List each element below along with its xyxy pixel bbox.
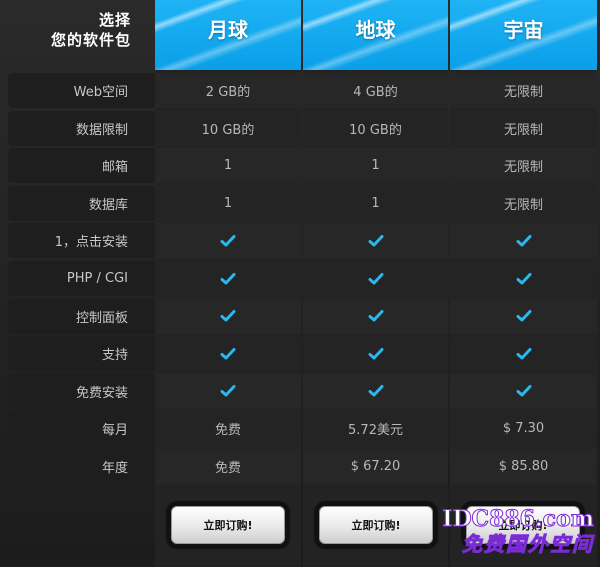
row-value: $ 85.80 [450,449,597,484]
row-label: 支持 [8,336,155,372]
check-icon-cell: ✓ [303,223,448,259]
table-row: 邮箱 1 1 无限制 [8,148,597,184]
plan-header-universe: 宇宙 [450,0,597,70]
row-value: 1 [155,185,301,221]
check-icon-cell: ✓ [450,261,597,296]
row-value: 1 [303,148,448,184]
row-value: $ 7.30 [450,411,597,447]
check-icon-shape [516,385,531,397]
row-value: 2 GB的 [155,73,301,108]
check-icon-shape [516,347,531,360]
row-value: 10 GB的 [155,110,301,146]
check-icon-cell: ✓ [155,298,301,334]
table-title: 选择 您的软件包 [0,0,153,70]
table-row: 支持✓✓✓ [8,336,597,372]
row-value: 免费 [155,449,301,484]
table-row: 数据库 1 1 无限制 [8,185,597,221]
row-value: 无限制 [450,73,597,108]
check-icon-shape [220,310,236,322]
pricing-table: 选择 您的软件包 月球 地球 宇宙 Web空间 2 GB的 4 GB的 无限制 数据限制… [0,0,600,567]
order-button-universe[interactable]: 立即订购! [466,506,580,544]
row-label: 1，点击安装 [8,223,155,259]
check-icon-shape [368,347,383,360]
table-row: 年度 免费 $ 67.20 $ 85.80 [8,449,597,484]
check-icon-shape [220,234,236,247]
table-row: 每月 免费 5.72美元 $ 7.30 [8,411,597,447]
check-icon-cell: ✓ [155,336,301,372]
row-value: 免费 [155,411,301,447]
row-label: PHP / CGI [8,261,155,296]
row-value: 无限制 [450,185,597,221]
check-icon-cell: ✓ [303,298,448,334]
row-value: 1 [303,185,448,221]
row-value: 无限制 [450,148,597,184]
check-icon-cell: ✓ [450,373,597,409]
check-icon-shape [516,272,531,284]
check-icon-cell: ✓ [450,298,597,334]
row-label: 年度 [8,449,155,484]
check-icon-cell: ✓ [450,223,597,259]
check-icon-shape [368,385,383,397]
row-label: 每月 [8,411,155,447]
row-value: 无限制 [450,110,597,146]
check-icon-cell: ✓ [450,336,597,372]
row-value: 10 GB的 [303,110,448,146]
table-row: 1，点击安装✓✓✓ [8,223,597,259]
check-icon-cell: ✓ [303,261,448,296]
table-row: Web空间 2 GB的 4 GB的 无限制 [8,73,597,108]
check-icon-cell: ✓ [303,373,448,409]
row-value: 1 [155,148,301,184]
check-icon-cell: ✓ [155,373,301,409]
row-label: Web空间 [8,73,155,108]
row-label: 免费安装 [8,373,155,409]
check-icon-cell: ✓ [155,261,301,296]
check-icon-shape [368,234,383,247]
row-value: 4 GB的 [303,73,448,108]
check-icon-shape [368,310,383,322]
row-label: 邮箱 [8,148,155,184]
row-label: 控制面板 [8,298,155,334]
order-button-earth[interactable]: 立即订购! [319,506,433,544]
check-icon-shape [516,234,531,247]
plan-header-earth: 地球 [303,0,448,70]
check-icon-cell: ✓ [155,223,301,259]
table-row: 免费安装✓✓✓ [8,373,597,409]
check-icon-shape [516,310,531,322]
check-icon-shape [220,347,236,360]
table-row: 控制面板✓✓✓ [8,298,597,334]
table-row: PHP / CGI✓✓✓ [8,261,597,296]
title-line-1: 选择 [98,11,131,29]
row-label: 数据库 [8,185,155,221]
check-icon-shape [368,272,383,284]
row-value: 5.72美元 [303,411,448,447]
plan-header-moon: 月球 [155,0,301,70]
table-row: 数据限制 10 GB的 10 GB的 无限制 [8,110,597,146]
check-icon-shape [220,385,236,397]
check-icon-cell: ✓ [303,336,448,372]
order-button-moon[interactable]: 立即订购! [171,506,285,544]
check-icon-shape [220,272,236,284]
row-value: $ 67.20 [303,449,448,484]
row-label: 数据限制 [8,110,155,146]
title-line-2: 您的软件包 [50,31,131,49]
